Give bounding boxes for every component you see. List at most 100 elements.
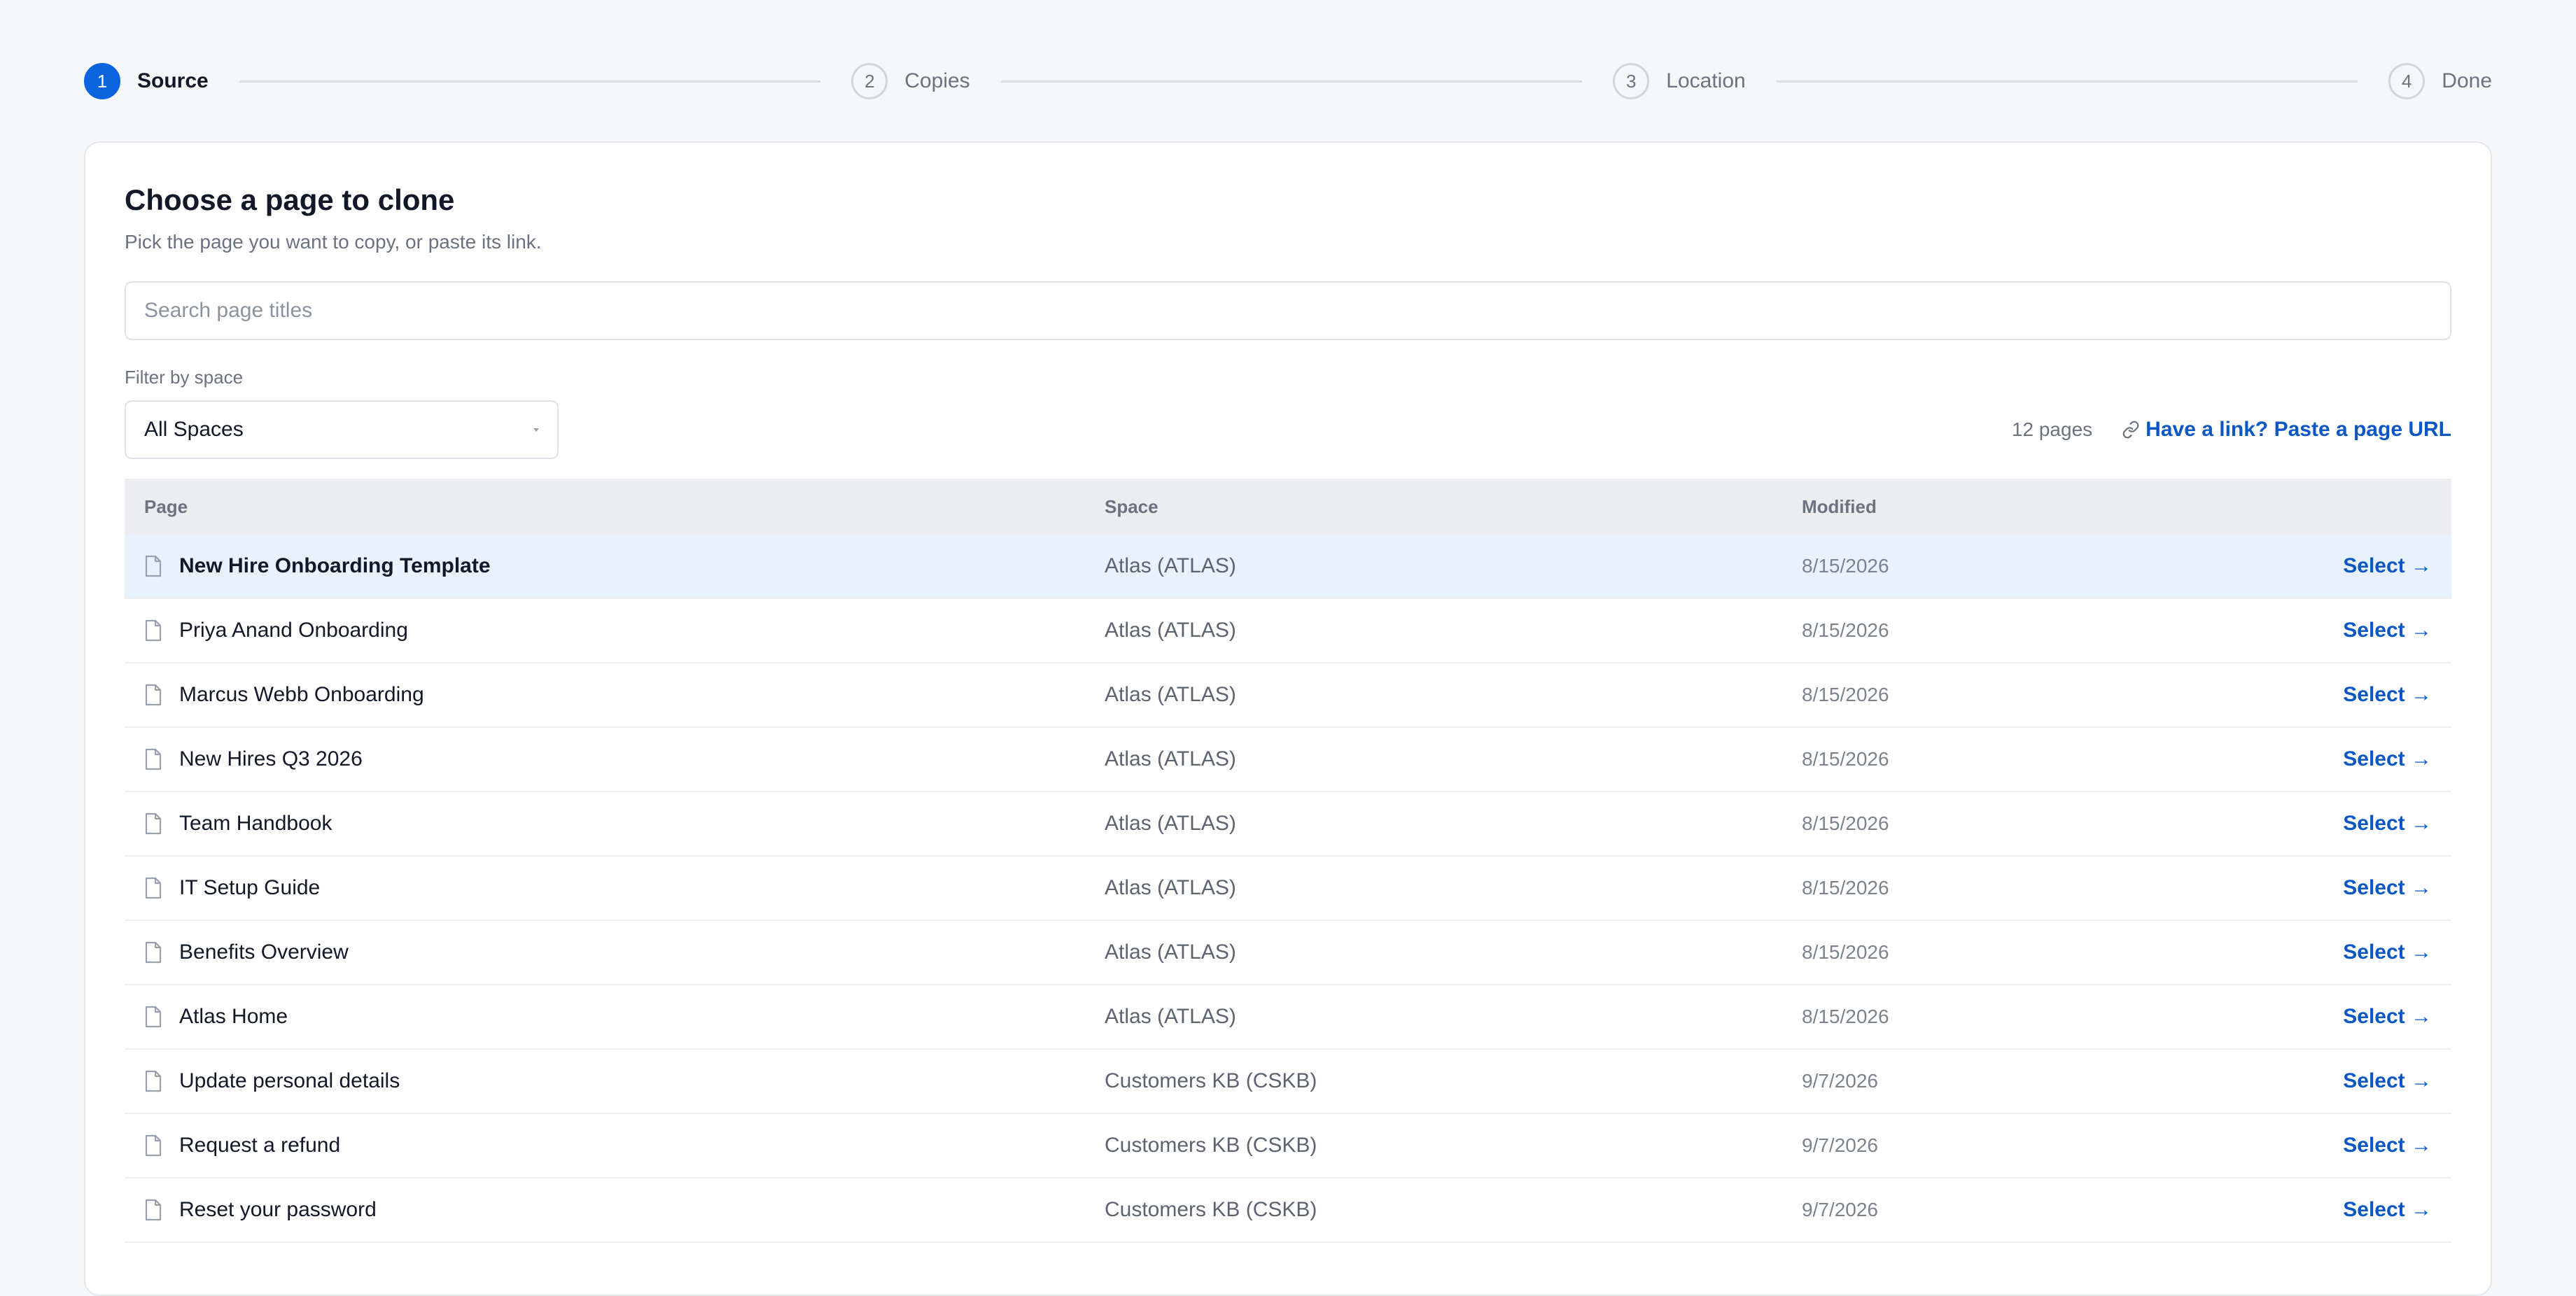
select-page-button[interactable]: Select →: [2343, 619, 2432, 642]
cell-page: New Hires Q3 2026: [125, 747, 1105, 771]
page-icon: [144, 941, 162, 964]
step-number: 4: [2388, 63, 2426, 99]
modified-date: 8/15/2026: [1802, 684, 1889, 705]
space-name: Customers KB (CSKB): [1105, 1134, 1317, 1157]
select-page-button[interactable]: Select →: [2343, 1134, 2432, 1157]
cell-action: Select →: [2222, 1005, 2451, 1029]
page-icon: [144, 1070, 162, 1092]
table-row[interactable]: New Hire Onboarding Template Atlas (ATLAS…: [125, 535, 2451, 599]
select-page-button[interactable]: Select →: [2343, 1198, 2432, 1221]
space-name: Atlas (ATLAS): [1105, 747, 1236, 770]
cell-modified: 8/15/2026: [1802, 748, 2222, 770]
cell-space: Atlas (ATLAS): [1105, 554, 1802, 578]
page-title: Choose a page to clone: [125, 183, 455, 216]
cell-action: Select →: [2222, 1069, 2451, 1093]
step-number: 2: [851, 63, 888, 99]
cell-modified: 9/7/2026: [1802, 1070, 2222, 1092]
select-page-button[interactable]: Select →: [2343, 812, 2432, 835]
cell-modified: 8/15/2026: [1802, 555, 2222, 577]
page-name: Update personal details: [179, 1069, 400, 1092]
cell-action: Select →: [2222, 619, 2451, 642]
step-connector: [1000, 80, 1583, 83]
page-name: New Hires Q3 2026: [179, 747, 363, 770]
step-connector: [239, 80, 821, 83]
cell-action: Select →: [2222, 1198, 2451, 1222]
page-icon: [144, 748, 162, 770]
space-name: Atlas (ATLAS): [1105, 876, 1236, 899]
table-row[interactable]: Atlas Home Atlas (ATLAS) 8/15/2026 Select →: [125, 985, 2451, 1050]
modified-date: 8/15/2026: [1802, 748, 1889, 770]
step-label: Done: [2442, 69, 2492, 92]
select-page-button[interactable]: Select →: [2343, 1005, 2432, 1028]
column-header-space[interactable]: Space: [1105, 496, 1802, 518]
table-row[interactable]: Request a refund Customers KB (CSKB) 9/7/2…: [125, 1114, 2451, 1178]
modified-date: 9/7/2026: [1802, 1199, 1878, 1220]
link-icon: [2122, 421, 2140, 439]
page-name: Team Handbook: [179, 812, 332, 835]
step-done[interactable]: 4 Done: [2388, 63, 2492, 99]
chevron-down-icon: [533, 428, 539, 432]
page-name: Reset your password: [179, 1198, 377, 1221]
cell-page: Update personal details: [125, 1069, 1105, 1093]
cell-page: Benefits Overview: [125, 941, 1105, 964]
table-row[interactable]: Priya Anand Onboarding Atlas (ATLAS) 8/15/…: [125, 599, 2451, 663]
cell-modified: 8/15/2026: [1802, 877, 2222, 899]
step-label: Copies: [904, 69, 970, 92]
select-page-button[interactable]: Select →: [2343, 1069, 2432, 1092]
step-connector: [1776, 80, 2358, 83]
select-page-button[interactable]: Select →: [2343, 941, 2432, 964]
cell-modified: 9/7/2026: [1802, 1199, 2222, 1221]
page-name: Benefits Overview: [179, 941, 349, 964]
cell-space: Atlas (ATLAS): [1105, 619, 1802, 642]
space-name: Customers KB (CSKB): [1105, 1069, 1317, 1092]
filter-label: Filter by space: [125, 367, 244, 388]
table-row[interactable]: Team Handbook Atlas (ATLAS) 8/15/2026 Selec…: [125, 792, 2451, 857]
select-page-button[interactable]: Select →: [2343, 876, 2432, 899]
select-page-button[interactable]: Select →: [2343, 683, 2432, 706]
cell-modified: 8/15/2026: [1802, 619, 2222, 642]
cell-page: Reset your password: [125, 1198, 1105, 1222]
card-subtitle: Pick the page you want to copy, or paste…: [125, 231, 542, 253]
step-source[interactable]: 1 Source: [84, 63, 209, 99]
paste-url-label: Have a link? Paste a page URL: [2146, 418, 2451, 441]
page-icon: [144, 555, 162, 577]
cell-action: Select →: [2222, 1134, 2451, 1157]
table-row[interactable]: Reset your password Customers KB (CSKB) 9/…: [125, 1178, 2451, 1243]
space-name: Atlas (ATLAS): [1105, 812, 1236, 835]
search-input[interactable]: [125, 281, 2451, 340]
cell-page: Priya Anand Onboarding: [125, 619, 1105, 642]
step-location[interactable]: 3 Location: [1613, 63, 1746, 99]
cell-page: Marcus Webb Onboarding: [125, 683, 1105, 707]
table-header: Page Space Modified: [125, 479, 2451, 535]
step-copies[interactable]: 2 Copies: [851, 63, 970, 99]
modified-date: 8/15/2026: [1802, 877, 1889, 899]
select-page-button[interactable]: Select →: [2343, 554, 2432, 577]
table-row[interactable]: Benefits Overview Atlas (ATLAS) 8/15/2026 S…: [125, 921, 2451, 985]
table-row[interactable]: Update personal details Customers KB (CSK…: [125, 1050, 2451, 1114]
cell-modified: 8/15/2026: [1802, 1006, 2222, 1028]
cell-space: Customers KB (CSKB): [1105, 1134, 1802, 1157]
cell-space: Customers KB (CSKB): [1105, 1069, 1802, 1093]
cell-page: Atlas Home: [125, 1005, 1105, 1029]
table-row[interactable]: Marcus Webb Onboarding Atlas (ATLAS) 8/15/…: [125, 663, 2451, 728]
space-name: Atlas (ATLAS): [1105, 554, 1236, 577]
page-icon: [144, 684, 162, 706]
cell-space: Atlas (ATLAS): [1105, 812, 1802, 836]
column-header-page[interactable]: Page: [125, 496, 1105, 518]
page-icon: [144, 1006, 162, 1028]
cell-modified: 8/15/2026: [1802, 812, 2222, 835]
cell-action: Select →: [2222, 812, 2451, 836]
select-page-button[interactable]: Select →: [2343, 747, 2432, 770]
step-number: 3: [1613, 63, 1650, 99]
space-filter-select[interactable]: All Spaces: [125, 400, 559, 459]
paste-url-link[interactable]: Have a link? Paste a page URL: [2122, 418, 2451, 442]
modified-date: 9/7/2026: [1802, 1070, 1878, 1092]
column-header-modified[interactable]: Modified: [1802, 496, 2222, 518]
modified-date: 9/7/2026: [1802, 1134, 1878, 1156]
page-name: Marcus Webb Onboarding: [179, 683, 424, 706]
space-name: Atlas (ATLAS): [1105, 683, 1236, 706]
table-row[interactable]: IT Setup Guide Atlas (ATLAS) 8/15/2026 Sele…: [125, 857, 2451, 921]
page-icon: [144, 812, 162, 835]
table-row[interactable]: New Hires Q3 2026 Atlas (ATLAS) 8/15/2026 S…: [125, 728, 2451, 792]
source-card: Choose a page to clone Pick the page you…: [84, 141, 2492, 1296]
